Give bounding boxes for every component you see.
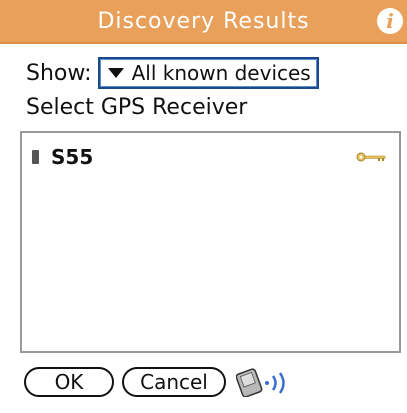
key-icon — [356, 152, 386, 162]
device-icon — [32, 150, 39, 164]
show-filter-row: Show: All known devices — [26, 55, 319, 91]
button-bar: OK Cancel — [24, 364, 300, 400]
handheld-beam-icon[interactable] — [236, 367, 300, 397]
info-icon[interactable]: i — [377, 8, 403, 34]
show-label: Show: — [26, 60, 92, 86]
cancel-button[interactable]: Cancel — [122, 367, 226, 397]
window-title: Discovery Results — [97, 9, 310, 34]
show-filter-select[interactable]: All known devices — [97, 57, 319, 89]
ok-button[interactable]: OK — [24, 367, 114, 397]
discovery-results-screen: Discovery Results i Show: All known devi… — [0, 0, 407, 413]
dropdown-arrow-icon — [107, 68, 124, 78]
device-name: S55 — [51, 145, 94, 169]
title-bar: Discovery Results i — [0, 0, 407, 44]
select-gps-heading: Select GPS Receiver — [26, 95, 248, 120]
show-filter-value: All known devices — [131, 61, 311, 85]
list-item[interactable]: S55 — [32, 143, 392, 171]
device-list: S55 — [20, 131, 401, 353]
